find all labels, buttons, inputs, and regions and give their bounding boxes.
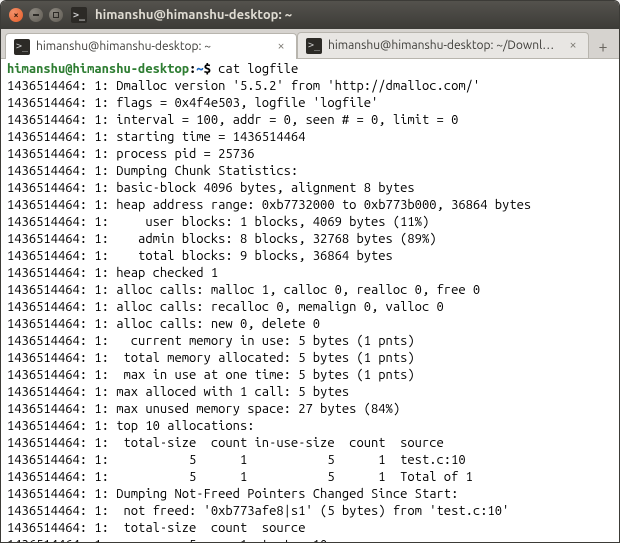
output-line: 1436514464: 1: 5 1 5 1 Total of 1	[7, 469, 613, 486]
terminal-app-icon: >_	[71, 7, 87, 23]
window-title: himanshu@himanshu-desktop: ~	[95, 8, 292, 22]
close-icon[interactable]: ×	[274, 40, 288, 53]
output-line: 1436514464: 1: alloc calls: malloc 1, ca…	[7, 282, 613, 299]
output-line: 1436514464: 1: admin blocks: 8 blocks, 3…	[7, 231, 613, 248]
prompt-user-host: himanshu@himanshu-desktop	[7, 62, 189, 76]
tab-2[interactable]: >_ himanshu@himanshu-desktop: ~/Download…	[297, 32, 589, 58]
terminal-app-icon: >_	[14, 39, 30, 55]
command-text: cat logfile	[218, 62, 298, 76]
tab-label: himanshu@himanshu-desktop: ~/Downloads/.…	[328, 39, 560, 52]
output-line: 1436514464: 1: Dmalloc version '5.5.2' f…	[7, 78, 613, 95]
add-tab-button[interactable]: +	[591, 36, 615, 58]
window-buttons: ×	[9, 8, 63, 22]
output-line: 1436514464: 1: 5 1 5 1 test.c:10	[7, 452, 613, 469]
prompt-line: himanshu@himanshu-desktop:~$ cat logfile	[7, 61, 613, 78]
output-line: 1436514464: 1: max alloced with 1 call: …	[7, 384, 613, 401]
prompt-path: ~	[196, 62, 203, 76]
x-glyph: ×	[13, 11, 18, 20]
terminal-app-icon: >_	[306, 38, 322, 54]
tab-label: himanshu@himanshu-desktop: ~	[36, 40, 268, 53]
tab-bar: >_ himanshu@himanshu-desktop: ~ × >_ him…	[1, 29, 619, 59]
output-line: 1436514464: 1: max in use at one time: 5…	[7, 367, 613, 384]
output-line: 1436514464: 1: interval = 100, addr = 0,…	[7, 112, 613, 129]
tab-1[interactable]: >_ himanshu@himanshu-desktop: ~ ×	[5, 33, 297, 59]
output-line: 1436514464: 1: user blocks: 1 blocks, 40…	[7, 214, 613, 231]
output-line: 1436514464: 1: total blocks: 9 blocks, 3…	[7, 248, 613, 265]
output-line: 1436514464: 1: basic-block 4096 bytes, a…	[7, 180, 613, 197]
output-line: 1436514464: 1: total-size count source	[7, 520, 613, 537]
close-icon[interactable]: ×	[566, 39, 580, 52]
output-line: 1436514464: 1: current memory in use: 5 …	[7, 333, 613, 350]
output-line: 1436514464: 1: 5 1 test.c:10	[7, 537, 613, 542]
output-line: 1436514464: 1: starting time = 143651446…	[7, 129, 613, 146]
terminal-pane[interactable]: himanshu@himanshu-desktop:~$ cat logfile…	[1, 59, 619, 542]
output-line: 1436514464: 1: top 10 allocations:	[7, 418, 613, 435]
output-line: 1436514464: 1: not freed: '0xb773afe8|s1…	[7, 503, 613, 520]
output-line: 1436514464: 1: heap address range: 0xb77…	[7, 197, 613, 214]
output-line: 1436514464: 1: alloc calls: recalloc 0, …	[7, 299, 613, 316]
output-line: 1436514464: 1: max unused memory space: …	[7, 401, 613, 418]
output-line: 1436514464: 1: Dumping Not-Freed Pointer…	[7, 486, 613, 503]
dash-glyph	[33, 14, 39, 16]
output-line: 1436514464: 1: Dumping Chunk Statistics:	[7, 163, 613, 180]
minimize-icon[interactable]	[29, 8, 43, 22]
prompt-sigil: $	[204, 62, 219, 76]
output-line: 1436514464: 1: total memory allocated: 5…	[7, 350, 613, 367]
output-line: 1436514464: 1: heap checked 1	[7, 265, 613, 282]
output-line: 1436514464: 1: alloc calls: new 0, delet…	[7, 316, 613, 333]
maximize-icon[interactable]	[49, 8, 63, 22]
square-glyph	[53, 12, 59, 18]
close-icon[interactable]: ×	[9, 8, 23, 22]
output-line: 1436514464: 1: process pid = 25736	[7, 146, 613, 163]
output-line: 1436514464: 1: total-size count in-use-s…	[7, 435, 613, 452]
output-line: 1436514464: 1: flags = 0x4f4e503, logfil…	[7, 95, 613, 112]
titlebar: × >_ himanshu@himanshu-desktop: ~	[1, 1, 619, 29]
terminal-window: × >_ himanshu@himanshu-desktop: ~ >_ him…	[0, 0, 620, 543]
